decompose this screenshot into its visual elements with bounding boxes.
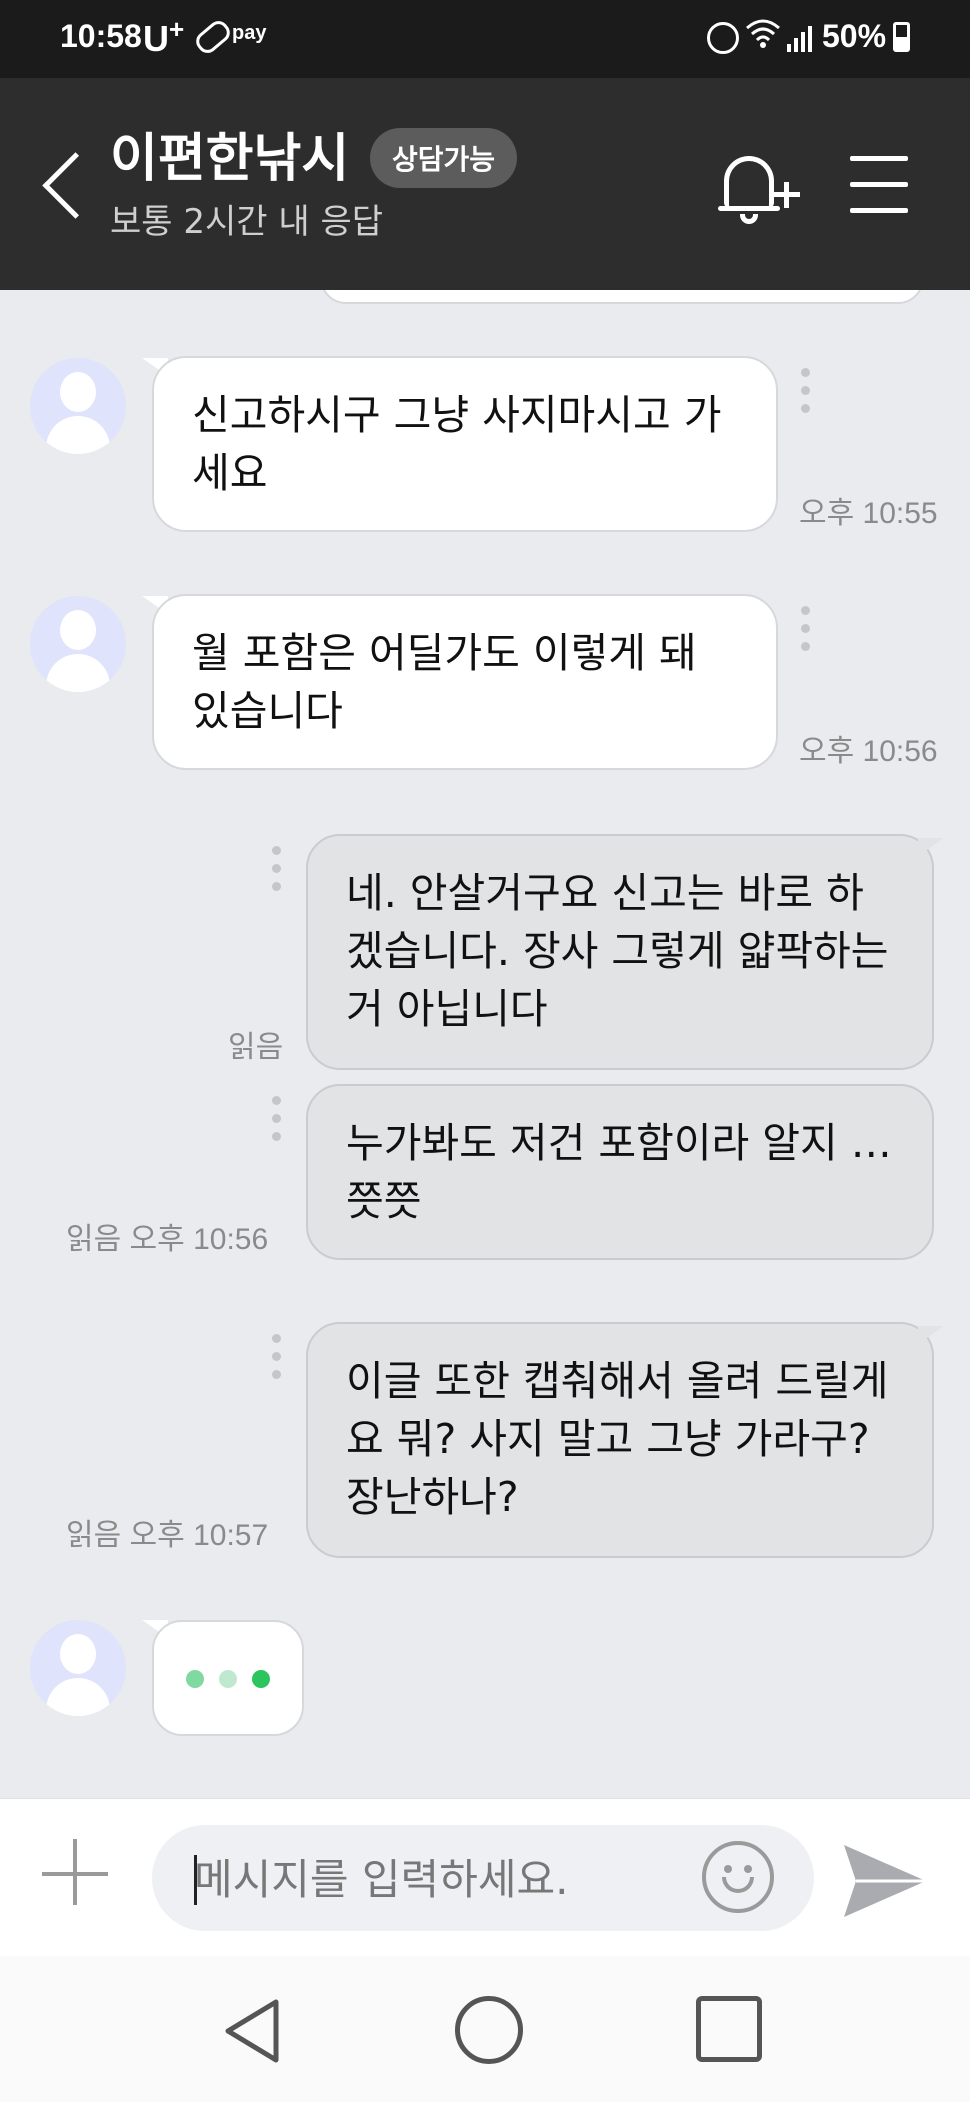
read-status-time: 읽음 오후 10:57: [66, 1519, 269, 1552]
message-input-bar: [0, 1798, 970, 1957]
chat-title: 이편한낚시: [110, 129, 350, 189]
more-options-icon[interactable]: [801, 606, 811, 652]
bell-plus-icon[interactable]: [718, 148, 800, 228]
message-bubble-incoming[interactable]: 신고하시구 그냥 사지마시고 가세요: [152, 356, 778, 532]
response-time-subtitle: 보통 2시간 내 응답: [110, 202, 384, 242]
status-bar: 10:58 U+ pay 50%: [0, 0, 970, 78]
bubble-tail: [918, 1326, 944, 1344]
avatar[interactable]: [30, 596, 126, 692]
avatar[interactable]: [30, 1620, 126, 1716]
wifi-icon: [745, 18, 781, 56]
hamburger-icon[interactable]: [850, 156, 910, 216]
plus-icon[interactable]: [42, 1839, 112, 1909]
read-status: 읽음: [228, 1031, 284, 1064]
typing-dot: [219, 1670, 237, 1688]
more-options-icon[interactable]: [272, 1096, 282, 1142]
message-bubble-outgoing[interactable]: 누가봐도 저건 포함이라 알지 …쯧쯧: [306, 1084, 934, 1260]
message-bubble-outgoing[interactable]: 네. 안살거구요 신고는 바로 하겠습니다. 장사 그렇게 얇팍하는거 아닙니다: [306, 834, 934, 1070]
more-options-icon[interactable]: [801, 368, 811, 414]
typing-dot: [252, 1670, 270, 1688]
message-bubble-outgoing[interactable]: 이글 또한 캡춰해서 올려 드릴게요 뭐? 사지 말고 그냥 가라구? 장난하나…: [306, 1322, 934, 1558]
more-options-icon[interactable]: [272, 846, 282, 892]
status-time: 10:58: [60, 18, 142, 54]
smiley-icon[interactable]: [702, 1841, 774, 1913]
chat-message-list[interactable]: 신고하시구 그냥 사지마시고 가세요 오후 10:55 월 포함은 어딜가도 이…: [0, 290, 970, 1798]
message-input[interactable]: [192, 1845, 696, 1913]
chat-header: 이편한낚시 상담가능 보통 2시간 내 응답: [0, 78, 970, 290]
system-nav-bar: [0, 1956, 970, 2102]
battery-percent: 50%: [822, 18, 887, 54]
chevron-left-icon[interactable]: [36, 148, 86, 228]
pay-label: pay: [232, 22, 267, 44]
message-bubble-incoming[interactable]: 월 포함은 어딜가도 이렇게 돼 있습니다: [152, 594, 778, 770]
nav-home-icon[interactable]: [455, 1996, 523, 2064]
status-badge: 상담가능: [370, 128, 518, 188]
bubble-tail: [918, 838, 944, 856]
signal-icon: [787, 22, 817, 52]
message-input-container[interactable]: [152, 1825, 814, 1931]
typing-indicator: [152, 1620, 304, 1736]
nav-recents-icon[interactable]: [696, 1996, 762, 2062]
typing-dot: [186, 1670, 204, 1688]
message-time: 오후 10:55: [799, 497, 938, 530]
pill-icon: [192, 17, 234, 57]
alarm-icon: [707, 22, 739, 54]
previous-message-bubble: [320, 290, 924, 304]
carrier-label: U+: [143, 14, 185, 59]
message-time: 오후 10:56: [799, 735, 938, 768]
read-status-time: 읽음 오후 10:56: [66, 1223, 269, 1256]
send-icon[interactable]: [840, 1841, 930, 1921]
nav-back-icon[interactable]: [220, 1996, 290, 2066]
avatar[interactable]: [30, 358, 126, 454]
battery-icon: [893, 22, 910, 52]
more-options-icon[interactable]: [272, 1334, 282, 1380]
